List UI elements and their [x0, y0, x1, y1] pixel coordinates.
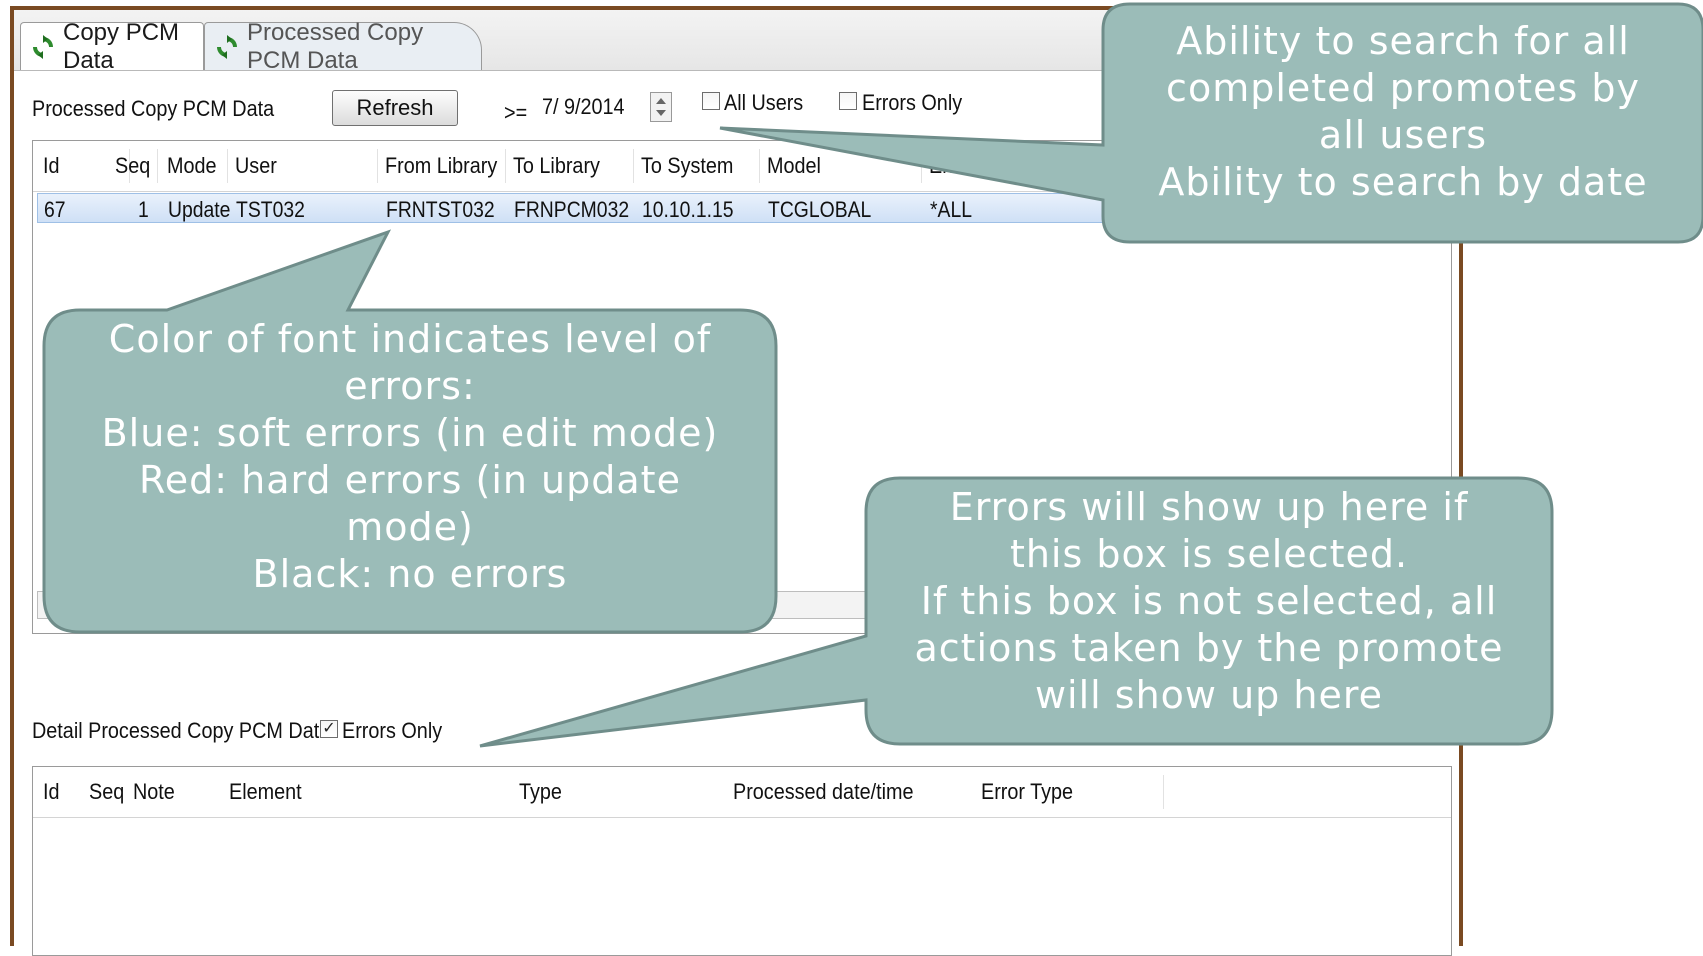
callout-line: Ability to search by date: [1158, 160, 1648, 204]
callout-line: mode): [346, 505, 474, 549]
callout-line: completed promotes by: [1166, 66, 1640, 110]
callout-line: errors:: [344, 364, 476, 408]
callout-line: Red: hard errors (in update: [139, 458, 681, 502]
callout-top-right-text: Ability to search for all completed prom…: [1103, 18, 1703, 206]
callout-line: Blue: soft errors (in edit mode): [101, 411, 719, 455]
callout-left-text: Color of font indicates level of errors:…: [44, 316, 776, 598]
callout-line: will show up here: [1034, 673, 1384, 717]
callout-line: Errors will show up here if: [949, 485, 1469, 529]
callout-line: Black: no errors: [252, 552, 568, 596]
callout-bottom-right-text: Errors will show up here if this box is …: [866, 484, 1552, 719]
callout-line: all users: [1318, 113, 1488, 157]
callout-line: If this box is not selected, all: [920, 579, 1498, 623]
callout-line: this box is selected.: [1009, 532, 1409, 576]
callout-line: Color of font indicates level of: [108, 317, 712, 361]
callout-line: actions taken by the promote: [914, 626, 1504, 670]
callout-line: Ability to search for all: [1176, 19, 1630, 63]
